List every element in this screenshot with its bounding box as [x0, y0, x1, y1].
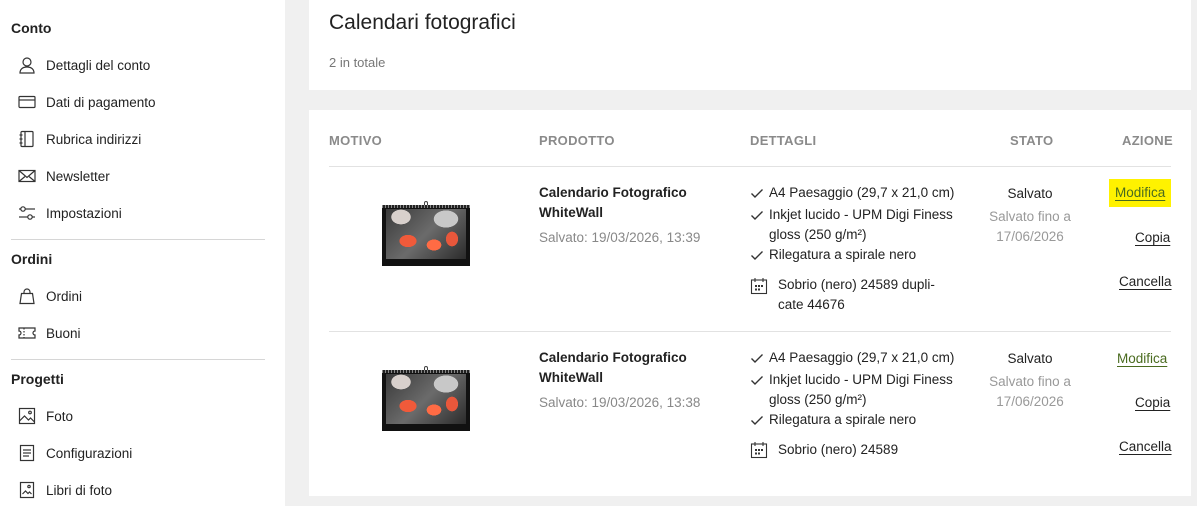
check-icon [750, 370, 764, 390]
theme-name: Sobrio (nero) 24589 [778, 442, 899, 457]
sidebar-item-label: Ordini [46, 288, 83, 304]
sidebar-item-label: Foto [46, 408, 74, 424]
delete-button[interactable]: Cancella [1119, 274, 1172, 289]
sidebar-item-photos[interactable]: Foto [18, 403, 73, 429]
sidebar-divider [11, 239, 265, 240]
sidebar-item-label: Impostazioni [46, 205, 122, 221]
total-count: 2 in totale [329, 55, 386, 70]
sidebar-item-label: Dettagli del conto [46, 57, 151, 73]
product-name: Calendario Fotografico WhiteWall [539, 348, 687, 388]
envelope-icon [18, 167, 36, 185]
flamingo-photo [386, 209, 466, 259]
detail-format: A4 Paesaggio (29,7 x 21,0 cm) [750, 348, 980, 368]
sidebar-item-label: Libri di foto [46, 482, 113, 498]
credit-card-icon [18, 93, 36, 111]
sidebar-item-vouchers[interactable]: Buoni [18, 320, 81, 346]
detail-format: A4 Paesaggio (29,7 x 21,0 cm) [750, 183, 980, 203]
voucher-icon [18, 324, 36, 342]
product-name-line: Calendario Fotografico [539, 350, 687, 365]
theme-name: Sobrio (nero) 24589 dupli- cate 44676 [778, 277, 935, 312]
calendar-hook [424, 201, 428, 205]
product-name: Calendario Fotografico WhiteWall [539, 183, 687, 223]
status-text: Salvato [1007, 351, 1053, 366]
sidebar-item-payment-data[interactable]: Dati di pagamento [18, 89, 156, 115]
sidebar-item-label: Dati di pagamento [46, 94, 156, 110]
table-divider [329, 166, 1171, 167]
status-text: Salvato [1007, 186, 1053, 201]
product-name-line: Calendario Fotografico [539, 185, 687, 200]
status-expiry: Salvato fino a 17/06/2026 [989, 209, 1071, 244]
sidebar-item-label: Buoni [46, 325, 81, 341]
column-header-motivo: MOTIVO [329, 133, 383, 148]
check-icon [750, 245, 764, 265]
copy-button[interactable]: Copia [1135, 395, 1170, 410]
edit-button[interactable]: Modifica [1117, 351, 1167, 366]
calendar-thumbnail[interactable] [382, 366, 470, 431]
product-name-line: WhiteWall [539, 370, 603, 385]
detail-binding: Rilegatura a spirale nero [750, 245, 980, 265]
flamingo-photo [386, 374, 466, 424]
edit-button[interactable]: Modifica [1109, 179, 1172, 207]
photo-icon [18, 407, 36, 425]
column-header-azione: AZIONE [1122, 133, 1173, 148]
account-sidebar: Conto Dettagli del conto Dati di pagamen… [0, 0, 285, 506]
section-title-progetti: Progetti [11, 371, 64, 387]
sidebar-item-label: Rubrica indirizzi [46, 131, 142, 147]
sidebar-item-settings[interactable]: Impostazioni [18, 200, 122, 226]
detail-paper: Inkjet lucido - UPM Digi Finess gloss (2… [750, 370, 980, 410]
photo-book-icon [18, 481, 36, 499]
sidebar-item-newsletter[interactable]: Newsletter [18, 163, 110, 189]
sidebar-item-label: Configurazioni [46, 445, 133, 461]
detail-paper: Inkjet lucido - UPM Digi Finess gloss (2… [750, 205, 980, 245]
section-title-ordini: Ordini [11, 251, 53, 267]
page-title: Calendari fotografici [329, 11, 516, 34]
sidebar-item-orders[interactable]: Ordini [18, 283, 82, 309]
check-icon [750, 183, 764, 203]
column-header-dettagli: DETTAGLI [750, 133, 817, 148]
saved-timestamp: Salvato: 19/03/2026, 13:38 [539, 395, 701, 410]
check-icon [750, 205, 764, 225]
page-header-card: Calendari fotografici 2 in totale [309, 0, 1191, 90]
calendar-thumbnail[interactable] [382, 201, 470, 266]
delete-button[interactable]: Cancella [1119, 439, 1172, 454]
address-book-icon [18, 130, 36, 148]
calendar-icon [750, 441, 768, 459]
spiral-binding [382, 205, 470, 208]
sidebar-item-photo-books[interactable]: Libri di foto [18, 477, 112, 503]
product-name-line: WhiteWall [539, 205, 603, 220]
sidebar-item-account-details[interactable]: Dettagli del conto [18, 52, 150, 78]
table-divider [329, 331, 1171, 332]
user-icon [18, 56, 36, 74]
shopping-bag-icon [18, 287, 36, 305]
sidebar-item-address-book[interactable]: Rubrica indirizzi [18, 126, 141, 152]
detail-binding: Rilegatura a spirale nero [750, 410, 980, 430]
sidebar-item-label: Newsletter [46, 168, 110, 184]
copy-button[interactable]: Copia [1135, 230, 1170, 245]
section-title-conto: Conto [11, 20, 52, 36]
calendar-table-card: MOTIVO PRODOTTO DETTAGLI STATO AZIONE Ca… [309, 110, 1191, 496]
column-header-prodotto: PRODOTTO [539, 133, 615, 148]
sidebar-divider [11, 359, 265, 360]
check-icon [750, 348, 764, 368]
settings-sliders-icon [18, 204, 36, 222]
column-header-stato: STATO [1010, 133, 1054, 148]
status-expiry: Salvato fino a 17/06/2026 [989, 374, 1071, 409]
calendar-icon [750, 277, 768, 295]
calendar-hook [424, 366, 428, 370]
spiral-binding [382, 370, 470, 373]
document-icon [18, 444, 36, 462]
check-icon [750, 410, 764, 430]
sidebar-item-configurations[interactable]: Configurazioni [18, 440, 132, 466]
saved-timestamp: Salvato: 19/03/2026, 13:39 [539, 230, 701, 245]
